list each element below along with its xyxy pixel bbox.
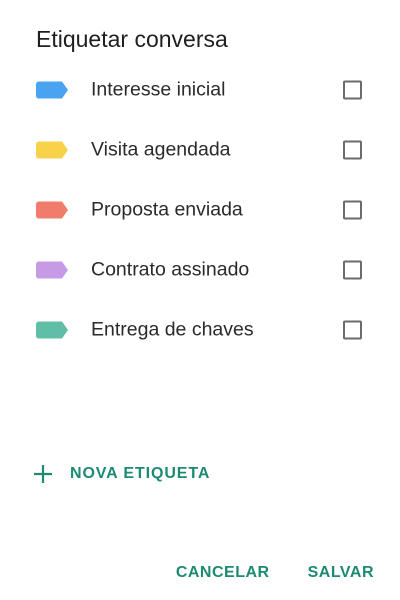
label-tag-icon <box>36 261 68 279</box>
label-list: Interesse inicial Visita agendada Propos… <box>0 60 400 360</box>
label-conversation-dialog: Etiquetar conversa Interesse inicial Vis… <box>0 0 400 600</box>
label-tag-icon <box>36 201 68 219</box>
label-name: Visita agendada <box>91 138 231 161</box>
label-name: Entrega de chaves <box>91 318 254 341</box>
save-button[interactable]: SALVAR <box>308 564 374 582</box>
label-checkbox[interactable] <box>343 80 362 100</box>
label-checkbox[interactable] <box>343 260 362 280</box>
plus-icon <box>34 465 52 483</box>
cancel-button[interactable]: CANCELAR <box>176 564 270 582</box>
label-name: Interesse inicial <box>91 78 226 101</box>
label-row-interesse-inicial[interactable]: Interesse inicial <box>0 60 400 120</box>
label-row-visita-agendada[interactable]: Visita agendada <box>0 120 400 180</box>
new-label-button[interactable]: NOVA ETIQUETA <box>33 464 210 484</box>
label-checkbox[interactable] <box>343 320 362 340</box>
label-checkbox[interactable] <box>343 200 362 220</box>
dialog-actions: CANCELAR SALVAR <box>176 564 374 582</box>
label-row-contrato-assinado[interactable]: Contrato assinado <box>0 240 400 300</box>
label-tag-icon <box>36 81 68 99</box>
label-name: Contrato assinado <box>91 258 250 281</box>
label-tag-icon <box>36 321 68 339</box>
label-row-proposta-enviada[interactable]: Proposta enviada <box>0 180 400 240</box>
new-label-text: NOVA ETIQUETA <box>70 465 211 482</box>
label-checkbox[interactable] <box>343 140 362 160</box>
dialog-title: Etiquetar conversa <box>36 26 228 52</box>
label-tag-icon <box>36 141 68 159</box>
label-name: Proposta enviada <box>91 198 243 221</box>
label-row-entrega-de-chaves[interactable]: Entrega de chaves <box>0 300 400 360</box>
